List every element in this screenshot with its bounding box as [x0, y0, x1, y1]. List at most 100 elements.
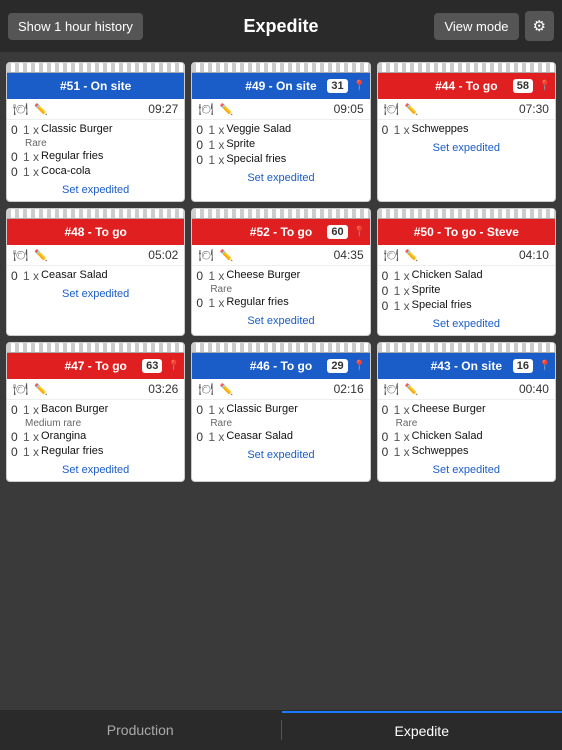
item-name: Regular fries	[226, 296, 365, 308]
item-x: 1 x	[23, 123, 39, 137]
set-expedited-link[interactable]: Set expedited	[7, 180, 184, 201]
set-expedited-link[interactable]: Set expedited	[378, 314, 555, 335]
edit-icon[interactable]: ✏️	[34, 383, 48, 396]
item-name: Orangina	[41, 430, 180, 442]
item-x: 1 x	[208, 123, 224, 137]
viewmode-button[interactable]: View mode	[434, 13, 518, 40]
order-time: 03:26	[148, 382, 178, 396]
item-name: Bacon Burger	[41, 403, 180, 415]
item-x: 1 x	[394, 445, 410, 459]
order-card: #49 - On site31📍🍽✏️09:050 1 x Veggie Sal…	[191, 62, 370, 202]
card-body: 0 1 x Classic BurgerRare0 1 x Ceasar Sal…	[192, 400, 369, 444]
item-name: Coca-cola	[41, 165, 180, 177]
item-qty: 0	[11, 403, 21, 417]
item-qty: 0	[382, 445, 392, 459]
order-item-row: 0 1 x Chicken Salad	[382, 269, 551, 283]
item-qty: 0	[196, 403, 206, 417]
card-header: #44 - To go58📍	[378, 73, 555, 99]
edit-icon[interactable]: ✏️	[220, 249, 234, 262]
card-header: #51 - On site	[7, 73, 184, 99]
tab-expedite[interactable]: Expedite	[282, 711, 562, 749]
edit-icon[interactable]: ✏️	[405, 249, 419, 262]
card-header: #52 - To go 60 📍	[192, 219, 369, 245]
chef-icon[interactable]: 🍽	[384, 248, 399, 262]
set-expedited-link[interactable]: Set expedited	[192, 445, 369, 466]
card-body: 0 1 x Cheese BurgerRare0 1 x Chicken Sal…	[378, 400, 555, 459]
card-body: 0 1 x Cheese BurgerRare0 1 x Regular fri…	[192, 266, 369, 310]
set-expedited-link[interactable]: Set expedited	[192, 311, 369, 332]
order-id: #43 - On site	[431, 359, 502, 373]
card-header: #48 - To go	[7, 219, 184, 245]
pin-icon: 📍	[353, 227, 365, 238]
order-item-row: 0 1 x Regular fries	[11, 150, 180, 164]
item-name: Chicken Salad	[412, 430, 551, 442]
order-item-row: 0 1 x Classic Burger	[196, 403, 365, 417]
item-name: Special fries	[412, 299, 551, 311]
set-expedited-link[interactable]: Set expedited	[192, 168, 369, 189]
history-button[interactable]: Show 1 hour history	[8, 13, 143, 40]
torn-top	[192, 63, 369, 73]
set-expedited-link[interactable]: Set expedited	[7, 284, 184, 305]
order-id: #52 - To go	[250, 225, 312, 239]
edit-icon[interactable]: ✏️	[405, 103, 419, 116]
set-expedited-link[interactable]: Set expedited	[7, 460, 184, 481]
chef-icon[interactable]: 🍽	[384, 102, 399, 116]
pin-icon: 📍	[539, 81, 551, 92]
top-bar: Show 1 hour history Expedite View mode ⚙	[0, 0, 562, 52]
orders-grid: #51 - On site🍽✏️09:270 1 x Classic Burge…	[0, 56, 562, 488]
edit-icon[interactable]: ✏️	[220, 103, 234, 116]
edit-icon[interactable]: ✏️	[405, 383, 419, 396]
card-subheader: 🍽✏️09:05	[192, 99, 369, 120]
set-expedited-link[interactable]: Set expedited	[378, 460, 555, 481]
item-qty: 0	[11, 430, 21, 444]
gear-button[interactable]: ⚙	[525, 11, 554, 41]
card-subheader: 🍽 ✏️ 03:26	[7, 379, 184, 400]
item-qty: 0	[196, 153, 206, 167]
chef-icon[interactable]: 🍽	[13, 248, 28, 262]
pin-icon: 📍	[168, 361, 180, 372]
order-badge: 60	[327, 225, 347, 239]
set-expedited-link[interactable]: Set expedited	[378, 138, 555, 159]
item-x: 1 x	[23, 430, 39, 444]
order-card: #44 - To go58📍🍽✏️07:300 1 x SchweppesSet…	[377, 62, 556, 202]
torn-top	[7, 209, 184, 219]
pin-icon: 📍	[539, 361, 551, 372]
item-sub: Rare	[11, 138, 180, 149]
order-item-row: 0 1 x Orangina	[11, 430, 180, 444]
torn-top	[192, 343, 369, 353]
order-id: #51 - On site	[60, 79, 131, 93]
order-id: #47 - To go	[64, 359, 126, 373]
order-item-row: 0 1 x Ceasar Salad	[196, 430, 365, 444]
chef-icon[interactable]: 🍽	[13, 102, 28, 116]
chef-icon[interactable]: 🍽	[198, 382, 213, 396]
edit-icon[interactable]: ✏️	[220, 383, 234, 396]
item-qty: 0	[382, 403, 392, 417]
order-item-row: 0 1 x Sprite	[382, 284, 551, 298]
item-x: 1 x	[23, 165, 39, 179]
edit-icon[interactable]: ✏️	[34, 103, 48, 116]
item-name: Sprite	[226, 138, 365, 150]
card-header: #50 - To go - Steve	[378, 219, 555, 245]
order-card: #50 - To go - Steve🍽✏️04:100 1 x Chicken…	[377, 208, 556, 336]
item-qty: 0	[196, 430, 206, 444]
item-x: 1 x	[208, 138, 224, 152]
item-qty: 0	[382, 299, 392, 313]
item-name: Special fries	[226, 153, 365, 165]
chef-icon[interactable]: 🍽	[384, 382, 399, 396]
edit-icon[interactable]: ✏️	[34, 249, 48, 262]
item-x: 1 x	[394, 284, 410, 298]
item-qty: 0	[11, 269, 21, 283]
order-time: 07:30	[519, 102, 549, 116]
item-x: 1 x	[208, 153, 224, 167]
order-card: #48 - To go🍽✏️05:020 1 x Ceasar SaladSet…	[6, 208, 185, 336]
order-item-row: 0 1 x Veggie Salad	[196, 123, 365, 137]
chef-icon[interactable]: 🍽	[13, 382, 28, 396]
tab-production[interactable]: Production	[0, 712, 281, 748]
chef-icon[interactable]: 🍽	[198, 248, 213, 262]
order-badge: 58	[513, 79, 533, 93]
item-x: 1 x	[23, 445, 39, 459]
item-sub: Rare	[196, 418, 365, 429]
item-name: Cheese Burger	[226, 269, 365, 281]
item-x: 1 x	[394, 430, 410, 444]
chef-icon[interactable]: 🍽	[198, 102, 213, 116]
